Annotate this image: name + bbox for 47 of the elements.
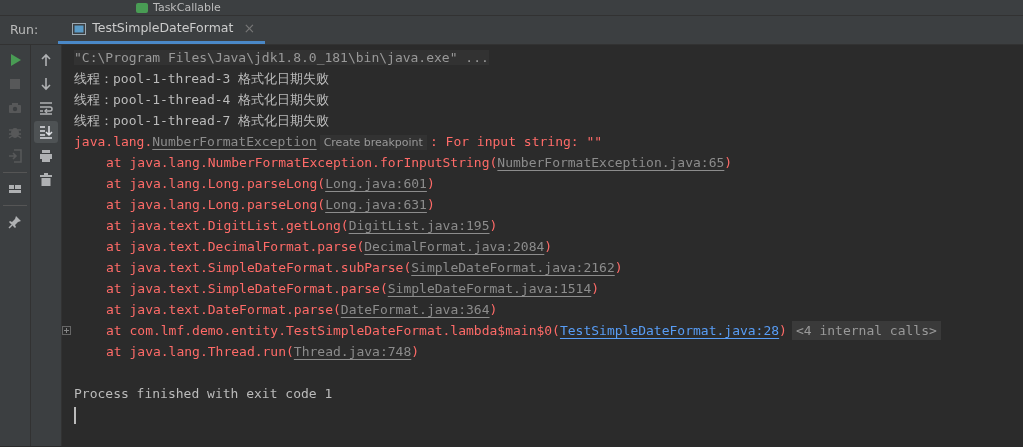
stack-frame-text: at java.lang.NumberFormatException.forInputString( <box>106 155 498 170</box>
scroll-to-end-icon[interactable] <box>34 121 58 143</box>
closing-paren: ) <box>426 176 435 191</box>
source-link[interactable]: Long.java:631 <box>325 197 427 212</box>
create-breakpoint-link[interactable]: Create breakpoint <box>319 135 427 150</box>
source-link[interactable]: Thread.java:748 <box>293 344 412 359</box>
source-link[interactable]: NumberFormatException.java:65 <box>497 155 725 170</box>
exit-message: Process finished with exit code 1 <box>74 386 333 401</box>
panel-title: Run: <box>9 20 40 39</box>
closing-paren: ) <box>489 302 498 317</box>
stack-frame-text: at java.lang.Thread.run( <box>106 344 294 359</box>
internal-calls-fold[interactable]: <4 internal calls> <box>791 321 941 340</box>
output-line: 线程：pool-1-thread-7 格式化日期失败 <box>74 113 330 128</box>
closing-paren: ) <box>544 239 553 254</box>
stack-frame-text: at java.lang.Long.parseLong( <box>106 176 326 191</box>
stack-frame-text: at java.text.SimpleDateFormat.subParse( <box>106 260 412 275</box>
closing-paren: ) <box>411 344 420 359</box>
exception-message: : For input string: "" <box>429 134 603 149</box>
stack-frame-text: at java.text.DigitList.getLong( <box>106 218 349 233</box>
source-link[interactable]: TestSimpleDateFormat.java:28 <box>559 323 780 338</box>
closing-paren: ) <box>724 155 733 170</box>
file-tab-label[interactable]: TaskCallable <box>153 1 221 15</box>
stack-frame-text: at com.lmf.demo.entity.TestSimpleDateFormat.lambda$main$0( <box>106 323 560 338</box>
output-line: 线程：pool-1-thread-3 格式化日期失败 <box>74 71 330 86</box>
source-link[interactable]: DateFormat.java:364 <box>340 302 490 317</box>
source-link[interactable]: DecimalFormat.java:2084 <box>364 239 545 254</box>
source-link[interactable]: DigitList.java:195 <box>348 218 490 233</box>
stack-frame-text: at java.lang.Long.parseLong( <box>106 197 326 212</box>
closing-paren: ) <box>614 260 623 275</box>
close-icon[interactable]: × <box>243 18 256 39</box>
text-cursor <box>74 407 76 424</box>
source-link[interactable]: SimpleDateFormat.java:2162 <box>411 260 615 275</box>
stack-frame-text: at java.text.DecimalFormat.parse( <box>106 239 365 254</box>
exception-package: java.lang. <box>74 134 153 149</box>
stack-frame-text: at java.text.SimpleDateFormat.parse( <box>106 281 388 296</box>
output-line: 线程：pool-1-thread-4 格式化日期失败 <box>74 92 330 107</box>
closing-paren: ) <box>426 197 435 212</box>
closing-paren: ) <box>779 323 787 338</box>
expand-icon[interactable] <box>62 326 71 335</box>
exception-link[interactable]: NumberFormatException <box>152 134 317 149</box>
closing-paren: ) <box>489 218 498 233</box>
stack-frame-text: at java.text.DateFormat.parse( <box>106 302 341 317</box>
class-icon <box>136 3 148 13</box>
source-link[interactable]: Long.java:601 <box>325 176 427 191</box>
source-link[interactable]: SimpleDateFormat.java:1514 <box>387 281 592 296</box>
closing-paren: ) <box>591 281 600 296</box>
window-icon <box>72 22 87 35</box>
